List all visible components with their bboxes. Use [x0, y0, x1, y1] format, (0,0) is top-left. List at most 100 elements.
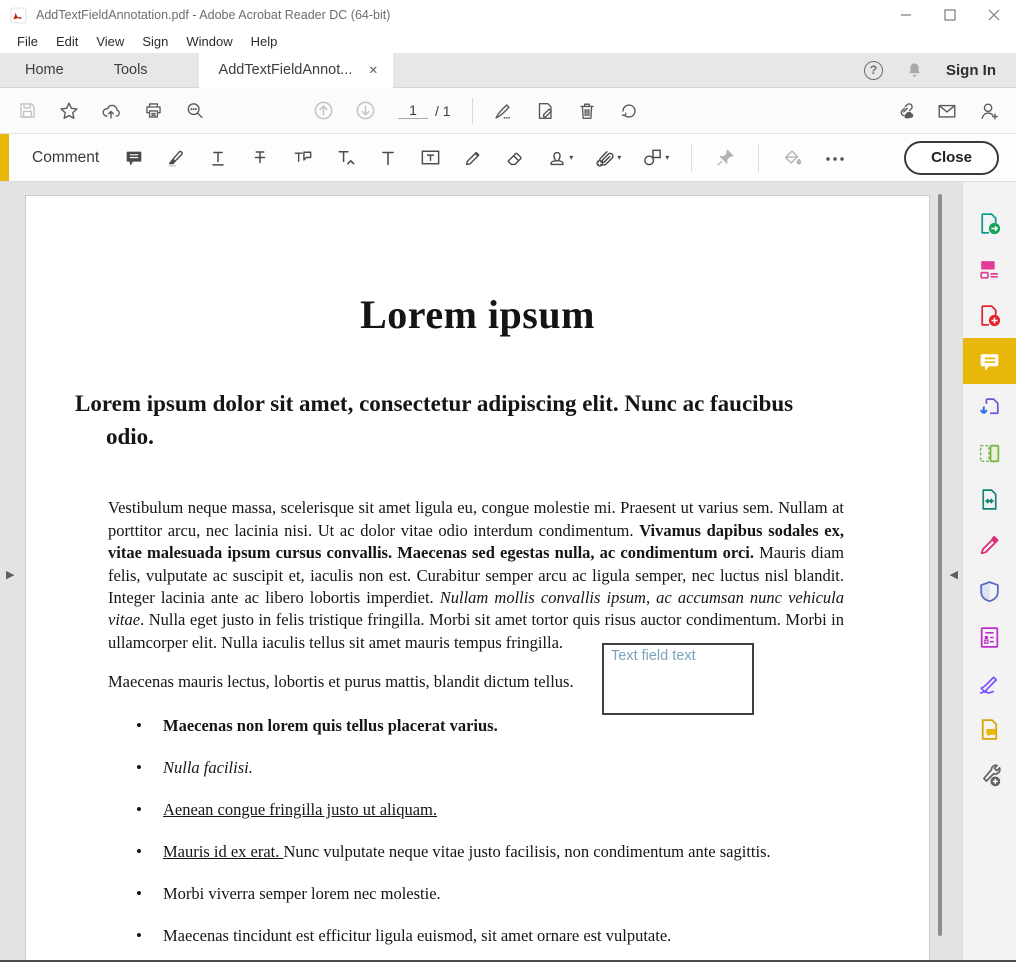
insert-text-icon [334, 146, 357, 169]
menu-window[interactable]: Window [177, 32, 241, 51]
sidebar-prepare-form-button[interactable] [963, 614, 1016, 660]
previous-page-button[interactable] [302, 93, 344, 129]
next-page-button[interactable] [344, 93, 386, 129]
sidebar-edit-pdf-button[interactable] [963, 246, 1016, 292]
tab-tools[interactable]: Tools [89, 53, 173, 87]
fill-color-button[interactable] [771, 139, 813, 177]
sticky-note-button[interactable] [113, 139, 155, 177]
right-panel-toggle[interactable] [946, 564, 962, 585]
replace-text-button[interactable] [281, 139, 324, 177]
pushpin-icon [714, 147, 736, 169]
sidebar-compress-pdf-button[interactable] [963, 476, 1016, 522]
tab-close-icon[interactable] [366, 63, 380, 77]
paint-bucket-icon [781, 147, 803, 169]
account-button[interactable] [968, 93, 1010, 129]
tab-document[interactable]: AddTextFieldAnnot... [199, 53, 394, 88]
sidebar-combine-files-button[interactable] [963, 384, 1016, 430]
sidebar-protect-button[interactable] [963, 568, 1016, 614]
sidebar-more-tools-button[interactable] [963, 752, 1016, 798]
attach-button[interactable] [583, 139, 631, 177]
vertical-scrollbar[interactable] [938, 194, 943, 936]
close-window-button[interactable] [972, 0, 1016, 30]
menu-file[interactable]: File [8, 32, 47, 51]
minimize-button[interactable] [884, 0, 928, 30]
add-text-button[interactable] [367, 139, 409, 177]
notifications-bell-icon[interactable] [905, 61, 924, 80]
text-box-button[interactable] [409, 139, 452, 177]
pdf-page: Lorem ipsum Lorem ipsum dolor sit amet, … [25, 195, 930, 960]
print-button[interactable] [132, 93, 174, 129]
ellipsis-icon [823, 146, 847, 170]
add-text-icon [377, 147, 399, 169]
highlight-button[interactable] [155, 139, 197, 177]
fill-and-sign-button[interactable] [524, 93, 566, 129]
toolbar-right-group [884, 93, 1010, 129]
acrobat-window: AddTextFieldAnnotation.pdf - Adobe Acrob… [0, 0, 1016, 962]
help-icon[interactable] [864, 61, 883, 80]
share-link-button[interactable] [884, 93, 926, 129]
fountain-pen-icon [492, 100, 514, 122]
comment-toolbar-label: Comment [32, 149, 99, 167]
replace-text-icon [291, 146, 314, 169]
stamp-button[interactable] [536, 139, 583, 177]
organize-pages-icon [977, 441, 1002, 466]
share-button[interactable] [90, 93, 132, 129]
export-pdf-icon [977, 211, 1002, 236]
document-heading: Lorem ipsum dolor sit amet, consectetur … [26, 388, 929, 453]
sidebar-request-signatures-button[interactable] [963, 706, 1016, 752]
underline-text-button[interactable] [197, 139, 239, 177]
eraser-icon [504, 147, 526, 169]
list-item: Nulla facilisi. [163, 757, 844, 779]
wrench-add-icon [977, 763, 1002, 788]
search-icon [184, 100, 206, 122]
shapes-button[interactable] [631, 139, 679, 177]
save-button[interactable] [6, 93, 48, 129]
sign-in-button[interactable]: Sign In [946, 62, 996, 79]
email-button[interactable] [926, 93, 968, 129]
sidebar-fill-and-sign-button[interactable] [963, 522, 1016, 568]
page-pencil-icon [534, 100, 556, 122]
comment-icon [977, 349, 1002, 374]
left-panel-toggle[interactable] [2, 564, 18, 585]
attach-dropdown-caret-icon [617, 153, 621, 162]
tab-bar-right: Sign In [864, 53, 1016, 87]
window-controls [884, 0, 1016, 30]
close-comment-button[interactable]: Close [904, 141, 999, 175]
sidebar-export-pdf-button[interactable] [963, 200, 1016, 246]
tab-home[interactable]: Home [0, 53, 89, 87]
link-cloud-icon [894, 100, 916, 122]
rotate-button[interactable] [608, 93, 650, 129]
find-button[interactable] [174, 93, 216, 129]
maximize-button[interactable] [928, 0, 972, 30]
menu-view[interactable]: View [87, 32, 133, 51]
strikethrough-text-button[interactable] [239, 139, 281, 177]
erase-button[interactable] [494, 139, 536, 177]
pin-button[interactable] [704, 139, 746, 177]
sign-pen-button[interactable] [482, 93, 524, 129]
scrollbar-thumb[interactable] [938, 194, 942, 936]
document-title: Lorem ipsum [26, 291, 929, 338]
delete-pages-button[interactable] [566, 93, 608, 129]
menu-sign[interactable]: Sign [133, 32, 177, 51]
page-total-label: / 1 [435, 103, 451, 119]
document-paragraph-2: Maecenas mauris lectus, lobortis et puru… [26, 671, 929, 693]
sidebar-comment-button[interactable] [963, 338, 1016, 384]
sidebar-certificates-button[interactable] [963, 660, 1016, 706]
star-button[interactable] [48, 93, 90, 129]
menu-help[interactable]: Help [242, 32, 287, 51]
shapes-icon [641, 146, 664, 169]
list-item: Maecenas non lorem quis tellus placerat … [163, 715, 844, 737]
insert-text-button[interactable] [324, 139, 367, 177]
sidebar-create-pdf-button[interactable] [963, 292, 1016, 338]
page-number-input[interactable] [398, 102, 428, 119]
text-box-icon [419, 146, 442, 169]
compress-pdf-icon [977, 487, 1002, 512]
list-item: Morbi viverra semper lorem nec molestie. [163, 883, 844, 905]
menu-edit[interactable]: Edit [47, 32, 87, 51]
text-field-annotation[interactable]: Text field text [602, 643, 754, 715]
draw-button[interactable] [452, 139, 494, 177]
sidebar-organize-pages-button[interactable] [963, 430, 1016, 476]
rotate-icon [618, 100, 640, 122]
more-options-button[interactable] [813, 139, 857, 177]
edit-pdf-icon [977, 257, 1002, 282]
